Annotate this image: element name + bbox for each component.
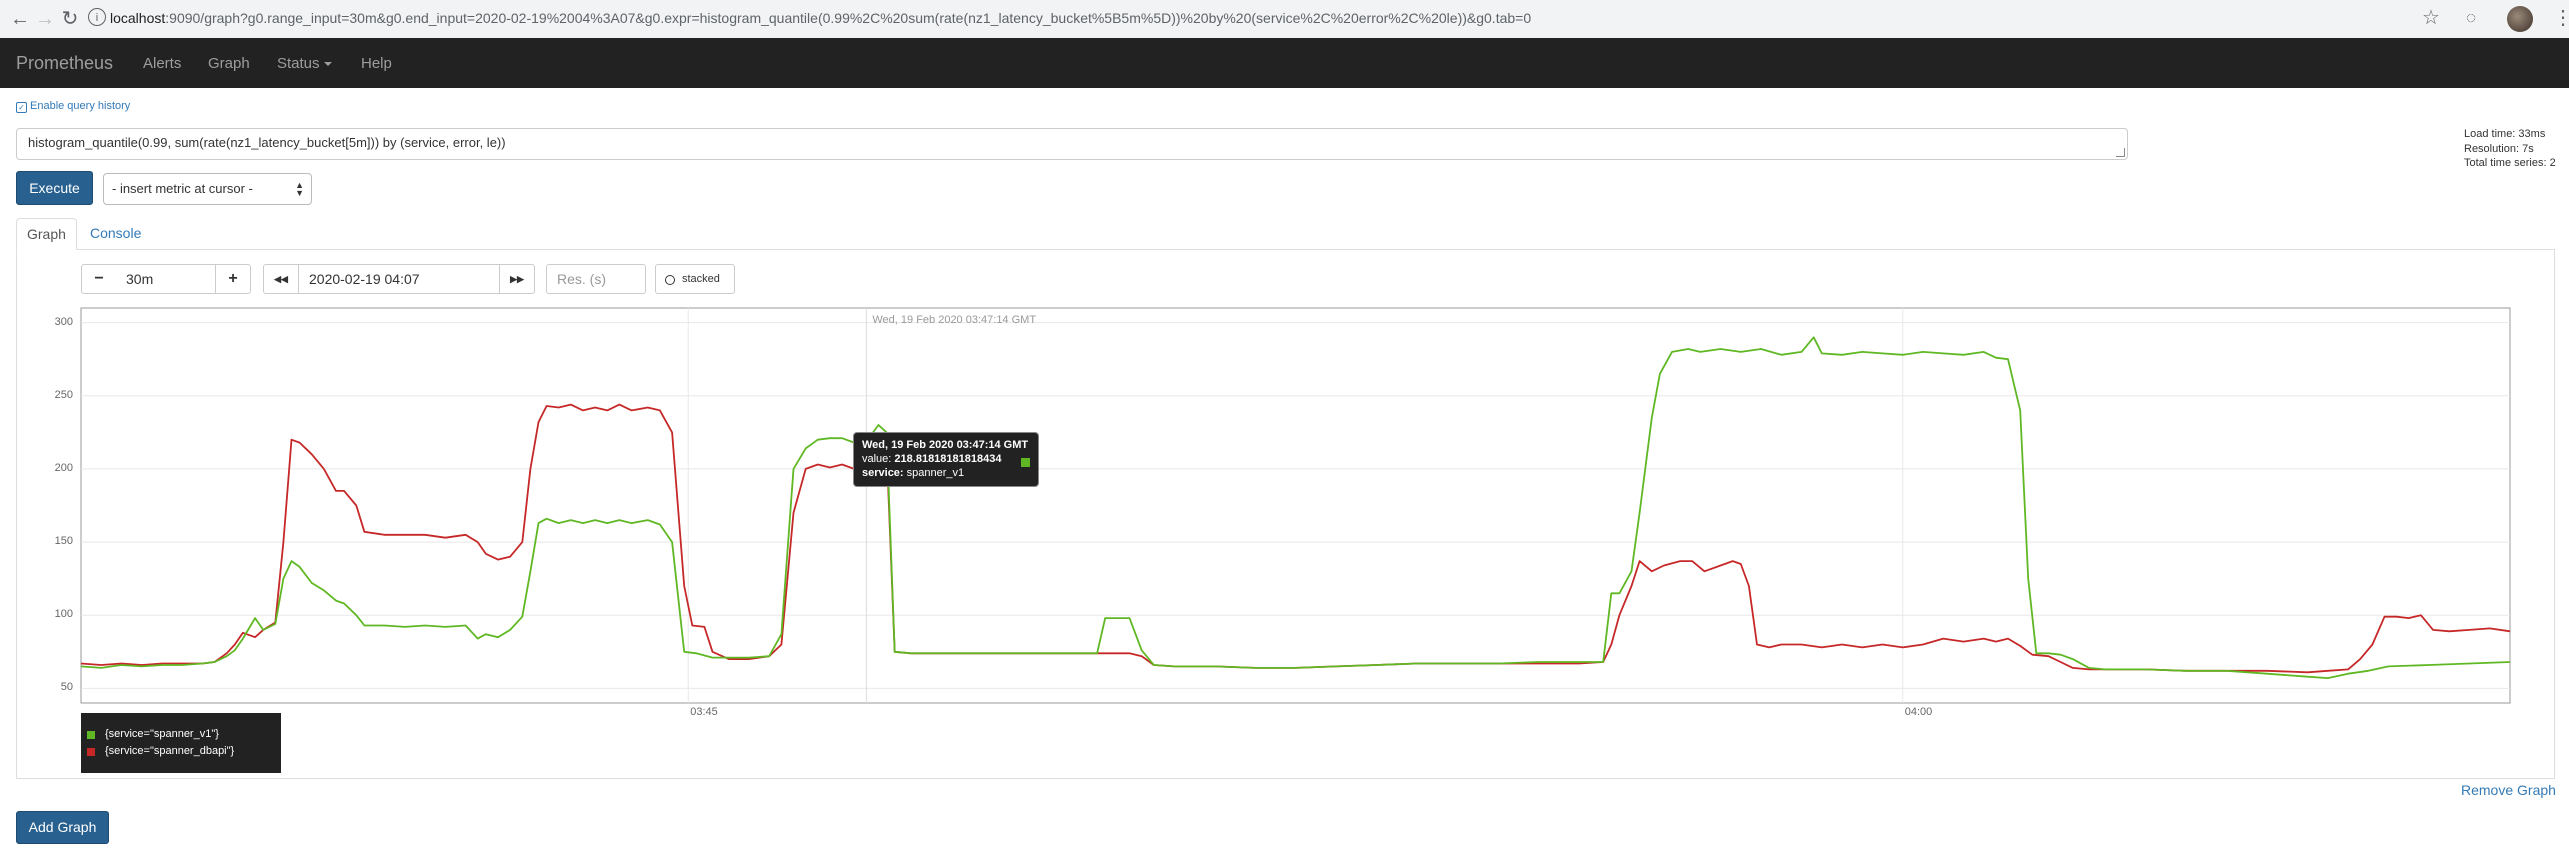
tooltip-value-row: value: 218.81818181818434 [862, 452, 1038, 466]
tab-graph[interactable]: Graph [16, 218, 77, 250]
profile-avatar[interactable] [2507, 6, 2533, 32]
tooltip-value: 218.81818181818434 [894, 453, 1002, 465]
tooltip-color-swatch [1021, 458, 1030, 467]
y-tick-label: 150 [54, 535, 73, 548]
browser-menu-icon[interactable]: ⋮ [2553, 7, 2569, 29]
resize-handle-icon[interactable] [2116, 148, 2125, 157]
range-increase-button[interactable]: + [215, 264, 251, 294]
resolution: Resolution: 7s [2464, 142, 2534, 155]
query-stats: Load time: 33ms Resolution: 7s Total tim… [2464, 127, 2556, 171]
address-bar[interactable]: localhost:9090/graph?g0.range_input=30m&… [110, 7, 1531, 29]
tooltip-service-label: service: [862, 467, 904, 479]
tab-console[interactable]: Console [80, 218, 151, 249]
radio-circle-icon [665, 275, 675, 285]
expression-input[interactable]: histogram_quantile(0.99, sum(rate(nz1_la… [16, 128, 2128, 160]
range-input[interactable]: 30m [116, 264, 216, 294]
reload-icon[interactable]: ↻ [58, 8, 82, 30]
enable-query-history[interactable]: ✓ Enable query history [16, 100, 130, 113]
forward-arrow-icon[interactable]: → [33, 8, 57, 30]
tooltip-time: Wed, 19 Feb 2020 03:47:14 GMT [862, 439, 1029, 451]
chart-svg [80, 307, 2511, 704]
caret-down-icon [323, 62, 332, 67]
stacked-toggle[interactable]: stacked [655, 264, 735, 294]
stacked-label: stacked [682, 273, 720, 285]
hover-time-label: Wed, 19 Feb 2020 03:47:14 GMT [872, 314, 1037, 326]
expression-text: histogram_quantile(0.99, sum(rate(nz1_la… [28, 135, 506, 150]
legend-item-spanner-dbapi[interactable]: {service="spanner_dbapi"} [87, 743, 281, 760]
y-tick-label: 250 [54, 388, 73, 401]
remove-graph-link[interactable]: Remove Graph [2461, 782, 2556, 798]
checkbox-icon[interactable]: ✓ [16, 102, 27, 113]
top-navbar: Prometheus Alerts Graph Status Help [0, 38, 2569, 88]
latency-chart[interactable]: Wed, 19 Feb 2020 03:47:14 GMT 50 100 150 20… [55, 307, 2511, 718]
legend-label: {service="spanner_v1"} [105, 728, 219, 740]
legend-swatch [87, 748, 95, 756]
y-tick-label: 50 [60, 681, 73, 694]
chart-legend: {service="spanner_v1"} {service="spanner… [81, 713, 281, 773]
back-arrow-icon[interactable]: ← [8, 8, 32, 30]
url-host: localhost [110, 10, 166, 26]
legend-item-spanner-v1[interactable]: {service="spanner_v1"} [87, 726, 281, 743]
legend-swatch [87, 731, 95, 739]
bookmark-star-icon[interactable]: ☆ [2422, 7, 2440, 29]
x-tick-label: 03:45 [690, 706, 718, 718]
tooltip-value-label: value: [862, 453, 892, 465]
execute-button[interactable]: Execute [16, 171, 93, 205]
y-tick-label: 100 [54, 608, 73, 621]
total-time-series: Total time series: 2 [2464, 157, 2556, 169]
end-time-forward-button[interactable]: ▶▶ [499, 264, 535, 294]
end-time-back-button[interactable]: ◀◀ [263, 264, 299, 294]
resolution-input[interactable]: Res. (s) [546, 264, 646, 294]
insert-metric-select[interactable]: - insert metric at cursor - ▲ ▼ [103, 173, 312, 205]
brand-link[interactable]: Prometheus [16, 53, 113, 74]
history-label: Enable query history [30, 100, 131, 112]
tooltip-service-row: service: spanner_v1 [862, 466, 1038, 480]
nav-help[interactable]: Help [361, 55, 392, 72]
add-graph-button[interactable]: Add Graph [16, 811, 109, 844]
x-tick-label: 04:00 [1904, 706, 1933, 718]
load-time: Load time: 33ms [2464, 128, 2546, 140]
select-arrows-icon: ▲ ▼ [295, 180, 304, 198]
url-path: :9090/graph?g0.range_input=30m&g0.end_in… [165, 10, 1532, 26]
end-time-input[interactable]: 2020-02-19 04:07 [298, 264, 500, 294]
site-info-icon[interactable]: i [88, 8, 106, 26]
nav-status-label: Status [277, 55, 320, 72]
legend-label: {service="spanner_dbapi"} [105, 745, 235, 757]
range-decrease-button[interactable]: − [81, 264, 117, 294]
tooltip-service: spanner_v1 [906, 467, 965, 479]
nav-graph[interactable]: Graph [208, 55, 250, 72]
extension-icon[interactable]: ◌ [2466, 7, 2476, 29]
nav-alerts[interactable]: Alerts [143, 55, 181, 72]
nav-status[interactable]: Status [277, 55, 332, 72]
browser-toolbar: ← → ↻ i localhost:9090/graph?g0.range_in… [0, 0, 2569, 39]
y-tick-label: 300 [54, 315, 73, 328]
insert-metric-label: - insert metric at cursor - [112, 181, 253, 196]
chart-tooltip: Wed, 19 Feb 2020 03:47:14 GMT value: 218… [853, 432, 1039, 487]
y-tick-label: 200 [54, 461, 73, 474]
plot-frame [80, 307, 2511, 704]
